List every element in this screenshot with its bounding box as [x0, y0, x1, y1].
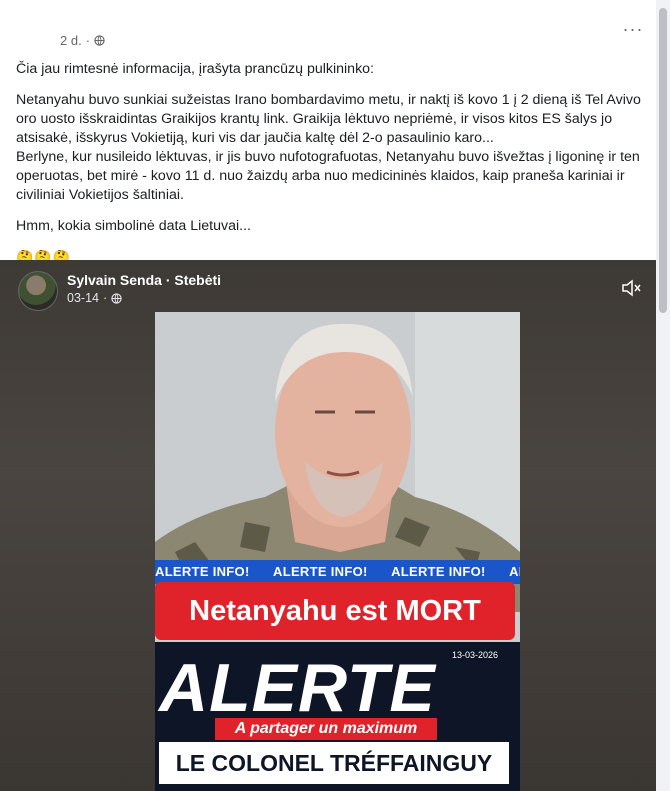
ticker-item: ALERTE INFO!: [391, 564, 486, 579]
post-paragraph: Netanyahu buvo sunkiai sužeistas Irano b…: [16, 92, 641, 203]
headline-banner: Netanyahu est MORT: [155, 582, 515, 640]
alert-title: ALERTE: [159, 650, 436, 726]
post-meta: 2 d. ·: [60, 33, 105, 48]
ticker-item: ALERTE INFO!: [509, 564, 520, 579]
alert-date: 13-03-2026: [451, 650, 498, 660]
shared-author-line: Sylvain Senda · Stebėti: [67, 271, 221, 290]
alert-panel: 13-03-2026 ALERTE A partager un maximum …: [155, 642, 520, 791]
more-options-button[interactable]: ···: [618, 18, 648, 44]
globe-icon: [94, 35, 105, 46]
share-banner: A partager un maximum: [215, 718, 437, 740]
follow-button[interactable]: Stebėti: [174, 272, 221, 288]
author-name[interactable]: Sylvain Senda: [67, 272, 162, 288]
ticker-item: ALERTE INFO!: [273, 564, 368, 579]
mute-icon[interactable]: [620, 277, 642, 299]
meta-separator: ·: [85, 33, 91, 48]
scrollbar-thumb[interactable]: [659, 8, 667, 313]
scrollbar[interactable]: [656, 0, 670, 791]
post-paragraph: Hmm, kokia simbolinė data Lietuvai...: [16, 218, 251, 234]
shared-post-header: Sylvain Senda · Stebėti 03-14 ·: [18, 271, 221, 311]
date-separator: ·: [102, 291, 108, 305]
shared-post: Sylvain Senda · Stebėti 03-14 · ALERTE I…: [0, 260, 656, 791]
alert-ticker: ALERTE INFO! ALERTE INFO! ALERTE INFO! A…: [155, 560, 520, 584]
globe-icon: [111, 293, 122, 304]
avatar[interactable]: [18, 271, 58, 311]
shared-date[interactable]: 03-14: [67, 290, 99, 307]
shared-date-line: 03-14 ·: [67, 290, 221, 307]
post-time[interactable]: 2 d.: [60, 33, 82, 48]
post-card: 2 d. · ··· Čia jau rimtesnė informacija,…: [0, 0, 656, 791]
ticker-item: ALERTE INFO!: [155, 564, 250, 579]
post-paragraph: Čia jau rimtesnė informacija, įrašyta pr…: [16, 61, 374, 77]
author-separator: ·: [165, 272, 171, 288]
video-player[interactable]: ALERTE INFO! ALERTE INFO! ALERTE INFO! A…: [155, 312, 520, 791]
colonel-caption: LE COLONEL TRÉFFAINGUY: [159, 742, 509, 784]
post-text: Čia jau rimtesnė informacija, įrašyta pr…: [16, 60, 644, 267]
